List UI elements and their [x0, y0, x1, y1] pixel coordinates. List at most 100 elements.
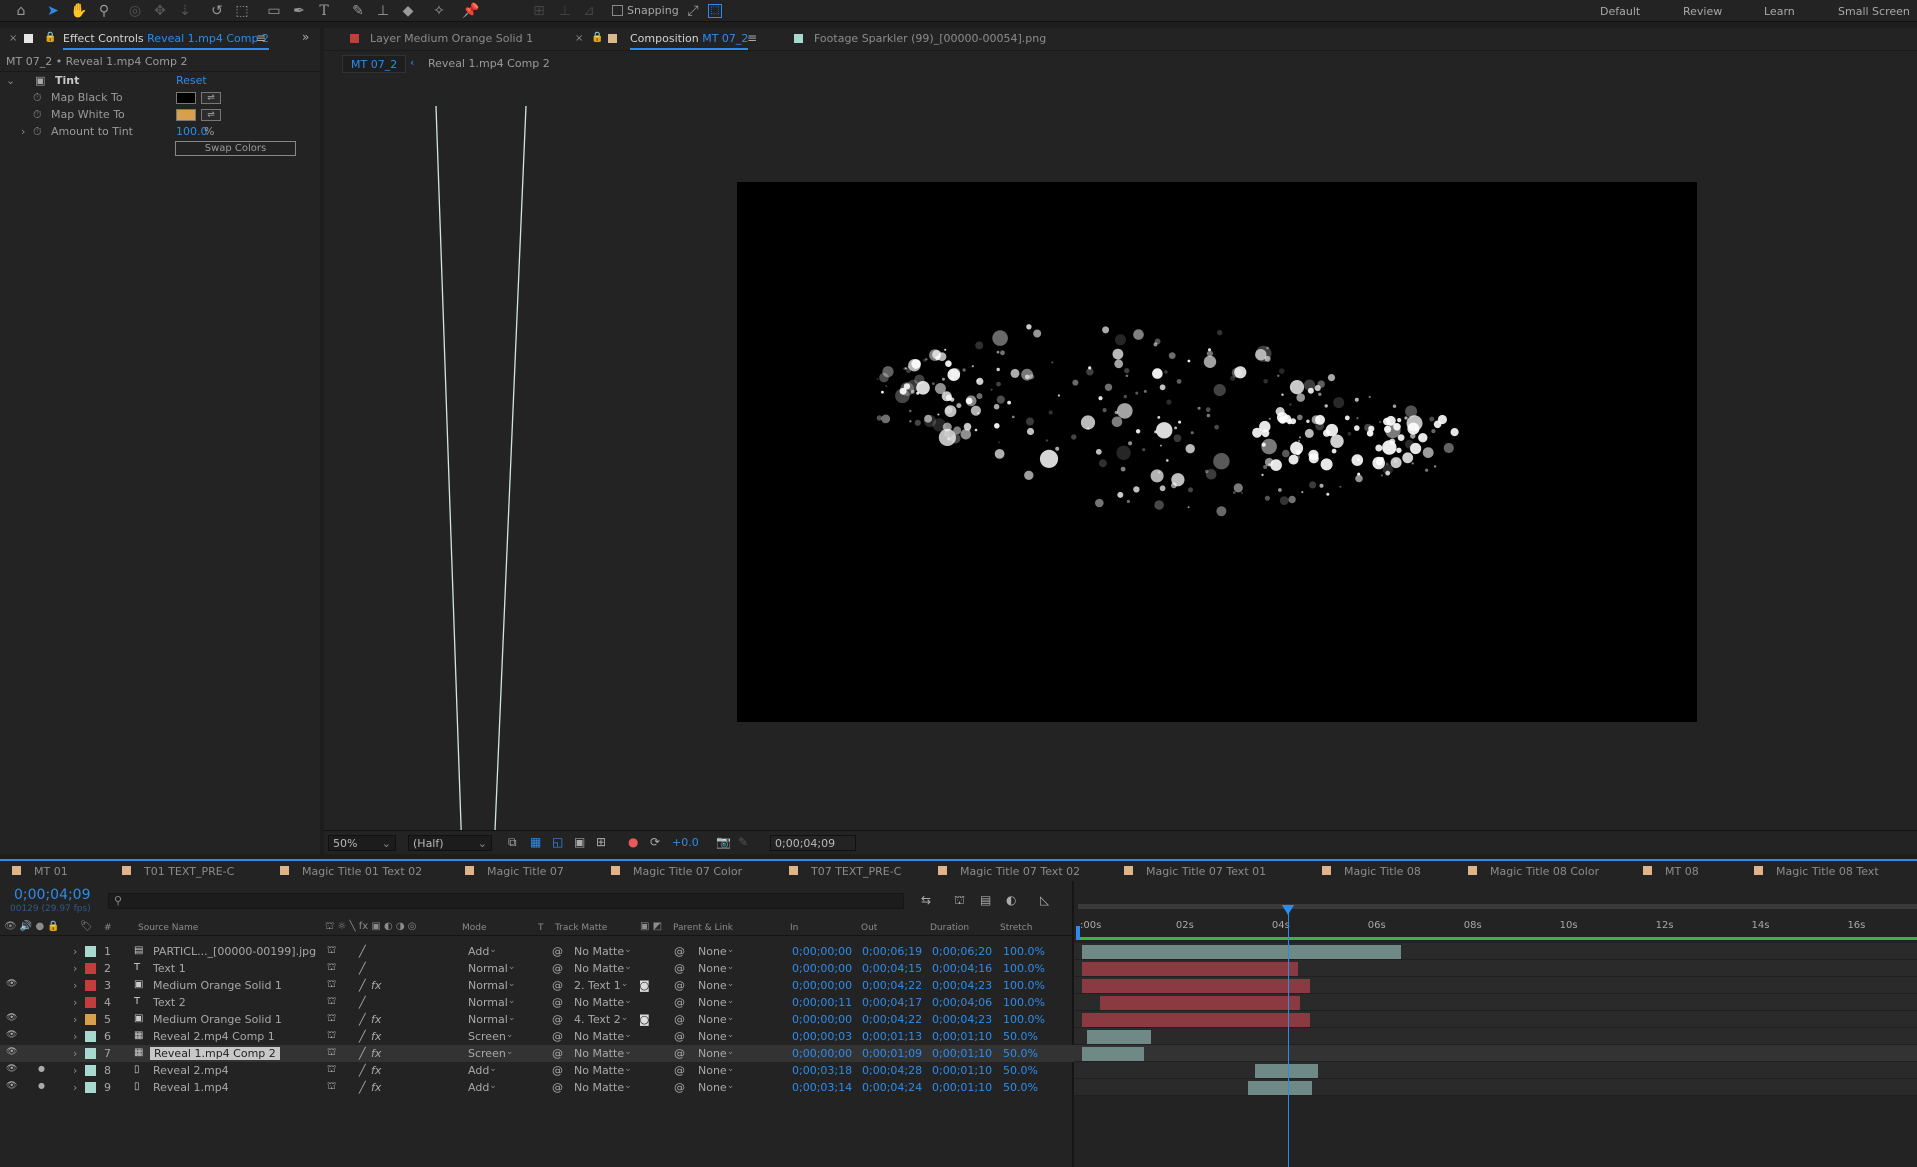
- layer-name[interactable]: Text 1: [153, 962, 186, 975]
- parent-dropdown[interactable]: None: [698, 996, 778, 1009]
- brush-tool-icon[interactable]: ✎: [349, 2, 367, 20]
- stretch[interactable]: 50.0%: [1003, 1047, 1038, 1060]
- quality-switch-icon[interactable]: ╱: [359, 1047, 366, 1060]
- expand-panels-icon[interactable]: »: [302, 30, 309, 44]
- parent-dropdown[interactable]: None: [698, 1081, 778, 1094]
- out-point[interactable]: 0;00;04;22: [862, 979, 922, 992]
- duration[interactable]: 0;00;01;10: [932, 1030, 992, 1043]
- timeline-tab[interactable]: Magic Title 01 Text 02: [302, 865, 422, 878]
- out-point[interactable]: 0;00;06;19: [862, 945, 922, 958]
- twirl-right-icon[interactable]: ›: [73, 1013, 77, 1026]
- quality-switch-icon[interactable]: ╱: [359, 1030, 366, 1043]
- stretch[interactable]: 50.0%: [1003, 1030, 1038, 1043]
- twirl-right-icon[interactable]: ›: [73, 1064, 77, 1077]
- shy-switch-icon[interactable]: ⛫: [327, 979, 336, 992]
- stopwatch-icon[interactable]: ⏱: [33, 125, 42, 139]
- frame-blending-icon[interactable]: ▤: [980, 893, 991, 907]
- workspace-learn[interactable]: Learn: [1764, 5, 1795, 18]
- layer-name[interactable]: Reveal 1.mp4 Comp 2: [150, 1047, 280, 1060]
- layer-duration-bar[interactable]: [1254, 1064, 1319, 1078]
- out-point[interactable]: 0;00;04;24: [862, 1081, 922, 1094]
- layer-row[interactable]: 👁 › 6 ▦ Reveal 2.mp4 Comp 1 ⛫ ╱ fx Screen @ No Mat…: [0, 1028, 1074, 1045]
- region-of-interest-icon[interactable]: ▣: [574, 835, 585, 849]
- channel-icon[interactable]: ●: [628, 835, 638, 849]
- quality-switch-icon[interactable]: ╱: [359, 996, 366, 1009]
- eyedropper-icon[interactable]: ⇌: [201, 92, 221, 104]
- snap-options-icon[interactable]: ⤢: [684, 2, 702, 20]
- hand-tool-icon[interactable]: ✋: [70, 2, 88, 20]
- shy-switch-icon[interactable]: ⛫: [327, 1030, 336, 1043]
- track-matte-dropdown[interactable]: No Matte: [574, 1030, 634, 1043]
- selection-tool-icon[interactable]: ➤: [44, 2, 62, 20]
- mode-dropdown[interactable]: Add: [468, 945, 528, 958]
- time-ruler[interactable]: :00s 02s 04s 06s 08s 10s 12s 14s 16s: [1074, 902, 1917, 942]
- mode-dropdown[interactable]: Normal: [468, 962, 528, 975]
- parent-dropdown[interactable]: None: [698, 1064, 778, 1077]
- composition-canvas[interactable]: [737, 182, 1697, 722]
- tab-layer[interactable]: Layer Medium Orange Solid 1: [370, 32, 533, 45]
- label-color[interactable]: [85, 963, 96, 974]
- track-matte-dropdown[interactable]: 2. Text 1: [574, 979, 634, 992]
- snapshot-icon[interactable]: 📷: [716, 835, 731, 849]
- eye-icon[interactable]: 👁: [6, 979, 17, 989]
- swap-colors-button[interactable]: Swap Colors: [175, 141, 296, 156]
- pickwhip-icon[interactable]: @: [552, 996, 563, 1009]
- layer-duration-bar[interactable]: [1099, 996, 1301, 1010]
- quality-switch-icon[interactable]: ╱: [359, 1013, 366, 1026]
- workspace-default[interactable]: Default: [1600, 5, 1640, 18]
- eraser-icon[interactable]: ◆: [399, 2, 417, 20]
- snapping-toggle[interactable]: Snapping: [612, 4, 679, 17]
- show-snapshot-icon[interactable]: ✎: [738, 835, 748, 849]
- label-color[interactable]: [85, 1031, 96, 1042]
- parent-pickwhip-icon[interactable]: @: [674, 962, 685, 975]
- tab-effect-controls[interactable]: Effect Controls Reveal 1.mp4 Comp 2: [63, 32, 269, 50]
- parent-pickwhip-icon[interactable]: @: [674, 1047, 685, 1060]
- grid-guides-icon[interactable]: ⊞: [596, 835, 606, 849]
- mode-dropdown[interactable]: Normal: [468, 979, 528, 992]
- stretch[interactable]: 50.0%: [1003, 1081, 1038, 1094]
- mode-dropdown[interactable]: Screen: [468, 1047, 528, 1060]
- in-point[interactable]: 0;00;03;14: [792, 1081, 852, 1094]
- timeline-tab[interactable]: Magic Title 08 Text: [1776, 865, 1879, 878]
- layer-duration-bar[interactable]: [1086, 1030, 1151, 1044]
- twirl-right-icon[interactable]: ›: [73, 996, 77, 1009]
- parent-dropdown[interactable]: None: [698, 1047, 778, 1060]
- duration[interactable]: 0;00;01;10: [932, 1047, 992, 1060]
- motion-blur-icon[interactable]: ◐: [1006, 893, 1016, 907]
- quality-switch-icon[interactable]: ╱: [359, 1064, 366, 1077]
- puppet-pin-icon[interactable]: 📌: [462, 2, 480, 20]
- out-point[interactable]: 0;00;04;28: [862, 1064, 922, 1077]
- in-point[interactable]: 0;00;00;03: [792, 1030, 852, 1043]
- layer-name[interactable]: PARTICL..._[00000-00199].jpg: [153, 945, 316, 958]
- layer-duration-bar[interactable]: [1082, 1013, 1310, 1027]
- track-matte-dropdown[interactable]: No Matte: [574, 945, 634, 958]
- parent-pickwhip-icon[interactable]: @: [674, 1081, 685, 1094]
- twirl-right-icon[interactable]: ›: [73, 945, 77, 958]
- lock-icon[interactable]: 🔒: [44, 32, 56, 43]
- timeline-tab[interactable]: T01 TEXT_PRE-C: [144, 865, 234, 878]
- layer-duration-bar[interactable]: [1248, 1081, 1313, 1095]
- layer-row[interactable]: 👁 › 5 ▣ Medium Orange Solid 1 ⛫ ╱ fx Normal @4. T…: [0, 1011, 1074, 1028]
- snapping-checkbox[interactable]: [612, 5, 623, 16]
- eye-icon[interactable]: 👁: [6, 1013, 17, 1023]
- eye-icon[interactable]: 👁: [6, 1081, 17, 1091]
- composition-viewer[interactable]: [324, 78, 1917, 830]
- map-black-swatch[interactable]: [176, 92, 196, 104]
- timeline-tab[interactable]: Magic Title 08 Color: [1490, 865, 1599, 878]
- shy-switch-icon[interactable]: ⛫: [327, 1081, 336, 1094]
- layer-name[interactable]: Text 2: [153, 996, 186, 1009]
- snap-edges-icon[interactable]: ⬚: [708, 4, 722, 18]
- layer-row[interactable]: 👁 ● › 8 ▯ Reveal 2.mp4 ⛫ ╱ fx Add @ No Matte @ None 0;…: [0, 1062, 1074, 1079]
- reset-link[interactable]: Reset: [176, 74, 207, 87]
- parent-dropdown[interactable]: None: [698, 979, 778, 992]
- track-matte-dropdown[interactable]: No Matte: [574, 1081, 634, 1094]
- audio-icon[interactable]: ●: [38, 1064, 45, 1073]
- mode-dropdown[interactable]: Screen: [468, 1030, 528, 1043]
- duration[interactable]: 0;00;01;10: [932, 1081, 992, 1094]
- source-name-header[interactable]: Source Name: [138, 923, 198, 933]
- timeline-tab[interactable]: MT 08: [1665, 865, 1699, 878]
- timeline-tab[interactable]: MT 01: [34, 865, 68, 878]
- layer-name[interactable]: Reveal 1.mp4: [153, 1081, 229, 1094]
- duration[interactable]: 0;00;04;23: [932, 979, 992, 992]
- lock-icon[interactable]: 🔒: [591, 32, 603, 43]
